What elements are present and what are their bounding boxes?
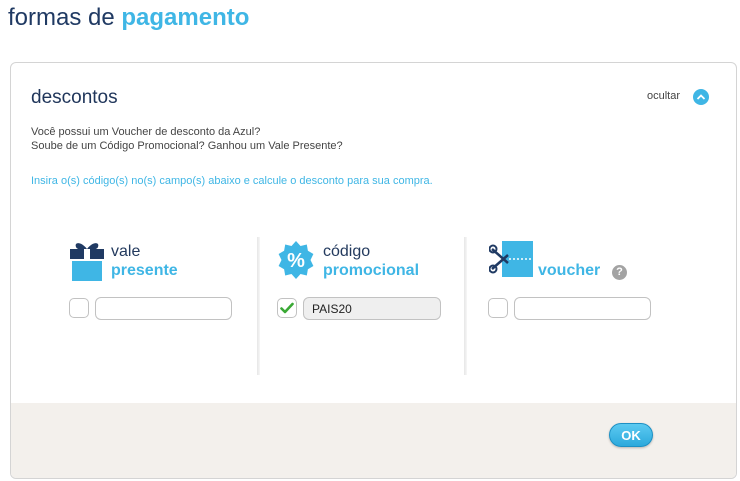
scissors-icon [489, 241, 533, 277]
percent-badge-icon: % [278, 241, 314, 279]
promo-code-input[interactable] [303, 297, 441, 320]
promo-checkbox[interactable] [277, 298, 297, 318]
promo-label-line1: código [323, 243, 371, 260]
intro-line-2: Soube de um Código Promocional? Ganhou u… [31, 140, 343, 152]
chevron-up-icon[interactable] [693, 89, 709, 105]
hide-toggle[interactable]: ocultar [647, 87, 711, 107]
page-title-accent: pagamento [121, 4, 250, 31]
hide-label: ocultar [647, 90, 681, 102]
gift-code-input[interactable] [95, 297, 232, 320]
panel-footer: OK [11, 403, 736, 478]
gift-checkbox[interactable] [69, 298, 89, 318]
instruction-text: Insira o(s) código(s) no(s) campo(s) aba… [31, 175, 433, 187]
check-icon [280, 302, 294, 314]
panel-title: descontos [31, 87, 118, 108]
svg-text:%: % [287, 250, 305, 272]
voucher-checkbox[interactable] [488, 298, 508, 318]
gift-voucher-option: vale presente [59, 241, 259, 371]
page-title-prefix: formas de [8, 4, 115, 31]
discounts-panel: descontos ocultar Você possui um Voucher… [10, 62, 737, 479]
page-title: formas de pagamento [8, 3, 249, 33]
intro-line-1: Você possui um Voucher de desconto da Az… [31, 126, 261, 138]
gift-icon [70, 243, 104, 281]
intro-text: Você possui um Voucher de desconto da Az… [31, 125, 343, 153]
promo-code-option: % código promocional [267, 241, 467, 371]
promo-label-line2: promocional [323, 262, 420, 279]
voucher-code-input[interactable] [514, 297, 651, 320]
voucher-label: voucher [538, 262, 601, 279]
gift-label-line1: vale [111, 243, 141, 260]
voucher-option: voucher ? [475, 241, 675, 371]
gift-label-line2: presente [111, 262, 178, 279]
ok-button[interactable]: OK [609, 423, 653, 447]
help-icon[interactable]: ? [612, 265, 627, 280]
